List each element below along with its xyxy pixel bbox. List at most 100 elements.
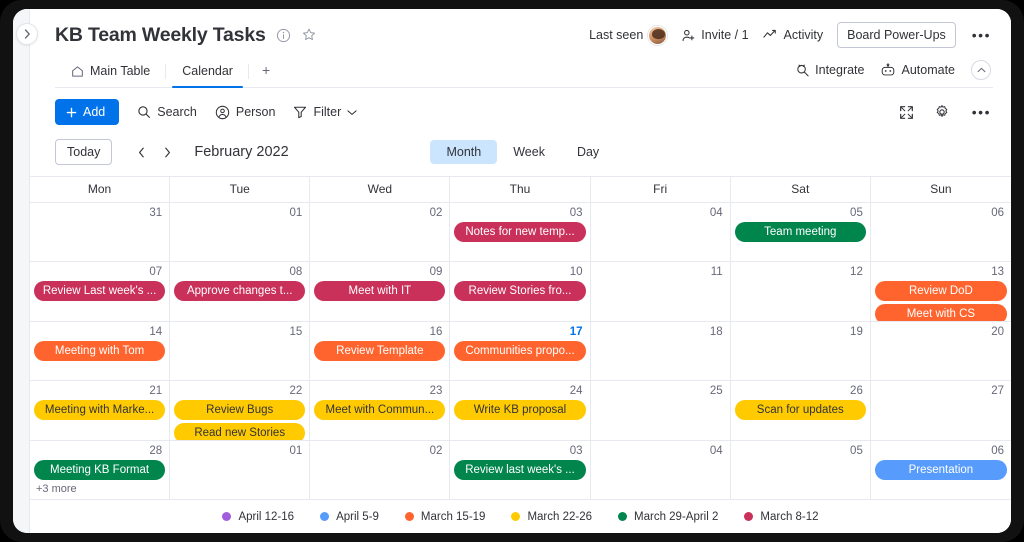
calendar-day-cell[interactable]: 03 Review last week's ...: [450, 440, 591, 500]
day-number: 27: [991, 385, 1004, 398]
calendar-day-cell[interactable]: 20: [871, 322, 1011, 380]
calendar-event[interactable]: Review Template: [314, 340, 446, 361]
calendar-day-cell[interactable]: 26 Scan for updates: [731, 381, 871, 440]
calendar-event[interactable]: Communities propo...: [454, 340, 586, 361]
legend-item[interactable]: April 12-16: [222, 511, 294, 523]
day-number: 19: [850, 325, 863, 338]
calendar-event[interactable]: Write KB proposal: [454, 400, 586, 421]
calendar-day-cell[interactable]: 09 Meet with IT: [310, 262, 451, 321]
calendar-day-cell[interactable]: 27: [871, 381, 1011, 439]
tab-calendar[interactable]: Calendar: [166, 56, 249, 88]
legend-item[interactable]: March 22-26: [511, 511, 592, 523]
calendar-event[interactable]: Review Stories fro...: [454, 281, 586, 302]
calendar-day-cell[interactable]: 15: [170, 321, 311, 381]
calendar-day-cell[interactable]: 03 Notes for new temp...: [450, 203, 591, 262]
expand-icon[interactable]: [899, 105, 914, 120]
avatar[interactable]: [648, 25, 668, 45]
person-filter-button[interactable]: Person: [215, 105, 276, 120]
chevron-up-icon[interactable]: [971, 60, 991, 80]
calendar-day-cell[interactable]: 24 Write KB proposal: [450, 381, 591, 440]
calendar-event[interactable]: Meet with Commun...: [314, 400, 446, 421]
calendar-day-cell[interactable]: 18: [591, 321, 731, 381]
calendar-day-cell[interactable]: 06 Presentation: [871, 441, 1011, 499]
calendar-day-cell[interactable]: 28 Meeting KB Format +3 more: [30, 440, 171, 500]
calendar-day-cell[interactable]: 10 Review Stories fro...: [450, 262, 591, 321]
calendar-event[interactable]: Read new Stories: [174, 423, 306, 440]
calendar-event[interactable]: Team meeting: [734, 222, 866, 242]
view-tabs-row: Main Table Calendar + Integrate Automate: [55, 54, 993, 88]
calendar-event[interactable]: Meet with CS: [874, 304, 1007, 321]
info-circle-icon[interactable]: [276, 28, 291, 43]
more-events-link[interactable]: +3 more: [34, 483, 165, 495]
calendar-day-cell[interactable]: 14 Meeting with Tom: [30, 321, 171, 381]
calendar-event[interactable]: Review tasks from I...: [595, 281, 726, 301]
filter-button[interactable]: Filter: [293, 105, 357, 119]
activity-button[interactable]: Activity: [762, 28, 823, 42]
calendar-event[interactable]: Review last week's ...: [454, 459, 586, 480]
calendar-day-cell[interactable]: 05: [731, 440, 871, 500]
tab-divider: [247, 64, 249, 79]
today-button[interactable]: Today: [55, 139, 113, 165]
calendar-event[interactable]: Meeting with Marke...: [34, 400, 166, 421]
add-tab-button[interactable]: +: [249, 54, 283, 87]
calendar-day-cell[interactable]: 13 Review DoD Meet with CS: [871, 262, 1011, 321]
calendar-event[interactable]: Meeting with Tom: [34, 340, 166, 361]
calendar-event[interactable]: Meeting KB Format: [34, 459, 166, 480]
calendar-day-cell[interactable]: 08 Approve changes t...: [170, 262, 311, 321]
calendar-day-cell[interactable]: 21 Meeting with Marke...: [30, 381, 171, 440]
calendar-day-cell[interactable]: 01: [170, 203, 311, 262]
calendar-day-cell[interactable]: 02: [310, 440, 451, 500]
calendar-day-cell[interactable]: 12: [731, 262, 871, 321]
calendar-event[interactable]: Review Last week's ...: [34, 281, 166, 302]
integrate-button[interactable]: Integrate: [795, 63, 864, 78]
gear-icon[interactable]: [934, 104, 950, 120]
calendar-day-cell[interactable]: 25: [591, 381, 731, 440]
calendar-day-cell[interactable]: 16 Review Template: [310, 321, 451, 381]
day-number: 08: [289, 266, 303, 279]
day-of-week-thu: Thu: [450, 177, 591, 202]
calendar-day-cell[interactable]: 07 Review Last week's ...: [30, 262, 171, 321]
calendar-day-cell[interactable]: 02: [310, 203, 451, 262]
ellipsis-icon[interactable]: •••: [970, 27, 993, 43]
view-week-button[interactable]: Week: [497, 140, 561, 164]
calendar-event[interactable]: Meet with IT: [314, 281, 446, 302]
view-month-button[interactable]: Month: [430, 140, 498, 164]
calendar-event[interactable]: Presentation: [874, 459, 1007, 480]
calendar-event[interactable]: Scan for updates: [734, 400, 866, 421]
calendar-day-cell[interactable]: 31: [30, 203, 171, 262]
legend-item[interactable]: March 8-12: [744, 511, 819, 523]
calendar-day-cell[interactable]: 01: [170, 440, 311, 500]
chevron-right-icon[interactable]: [156, 141, 178, 163]
chevron-left-icon[interactable]: [130, 141, 152, 163]
legend-item[interactable]: March 15-19: [404, 511, 485, 523]
tab-main-table[interactable]: Main Table: [55, 56, 167, 87]
calendar-day-cell[interactable]: 11 Review tasks from I...: [591, 262, 731, 321]
chevron-right-icon[interactable]: [16, 23, 38, 45]
calendar-event[interactable]: Review DoD: [874, 281, 1007, 302]
calendar-day-cell[interactable]: 17 Communities propo...: [450, 321, 591, 381]
view-day-button[interactable]: Day: [561, 140, 615, 164]
legend-item[interactable]: March 29-April 2: [618, 511, 718, 523]
automate-button[interactable]: Automate: [880, 62, 955, 78]
calendar-day-cell[interactable]: 22 Review Bugs Read new Stories: [170, 381, 311, 440]
calendar-event[interactable]: Notes for new temp...: [454, 222, 586, 242]
integrate-icon: [795, 63, 810, 78]
invite-button[interactable]: Invite / 1: [681, 28, 749, 43]
calendar-day-cell[interactable]: 06: [871, 203, 1011, 261]
calendar-event[interactable]: Review Bugs: [174, 400, 306, 421]
calendar-day-cell[interactable]: 04: [591, 203, 731, 262]
calendar-day-cell[interactable]: 19: [731, 321, 871, 381]
calendar-day-cell[interactable]: 23 Meet with Commun...: [310, 381, 451, 440]
search-button[interactable]: Search: [137, 105, 197, 119]
chevron-down-icon[interactable]: [347, 109, 357, 116]
ellipsis-icon[interactable]: •••: [970, 104, 993, 120]
calendar-day-cell[interactable]: 05 Team meeting: [731, 203, 871, 262]
calendar-day-cell[interactable]: 04: [591, 440, 731, 500]
person-label: Person: [235, 105, 276, 119]
add-button[interactable]: Add: [55, 99, 120, 125]
legend-item[interactable]: April 5-9: [320, 511, 379, 523]
board-power-ups-button[interactable]: Board Power-Ups: [837, 22, 956, 48]
star-outline-icon[interactable]: [301, 27, 317, 43]
calendar-event[interactable]: Approve changes t...: [174, 281, 306, 302]
last-seen-label: Last seen: [589, 28, 644, 42]
